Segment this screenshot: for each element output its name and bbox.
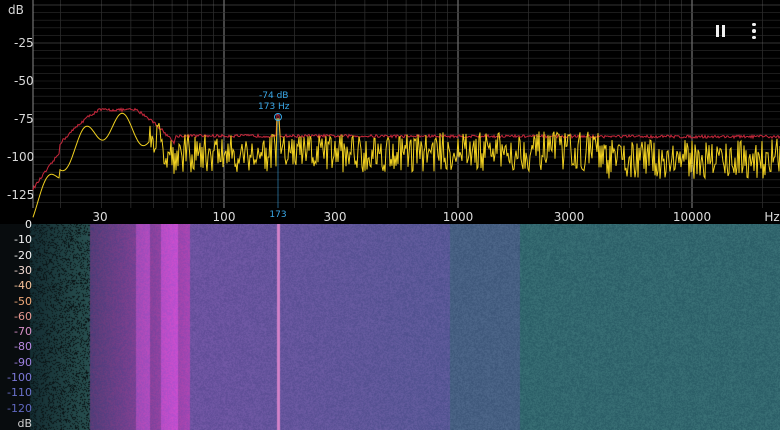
y-tick-label: -125 (7, 188, 35, 202)
x-tick-label: 10000 (672, 210, 712, 224)
y-tick-label: -25 (14, 36, 34, 50)
more-options-button[interactable] (742, 18, 766, 44)
x-tick-label: 30 (92, 210, 108, 224)
live-spectrum-trace (32, 112, 780, 218)
spectrogram-scale-label: -10 (14, 233, 32, 247)
spectrogram-scale-label: -60 (14, 309, 32, 323)
x-tick-label: 300 (323, 210, 347, 224)
peak-tooltip-freq: 173 Hz (258, 102, 290, 112)
spectrogram-scale-label: dB (17, 416, 32, 430)
spectrogram-scale-label: -120 (7, 401, 32, 415)
more-vert-icon (752, 21, 756, 41)
spectrogram-scale-label: -90 (14, 355, 32, 369)
spectrum-plot[interactable] (0, 0, 780, 224)
spectrogram-scale-label: -40 (14, 279, 32, 293)
spectrogram-scale-label: -100 (7, 371, 32, 384)
y-axis-unit: dB (8, 3, 24, 17)
y-tick-label: -100 (7, 150, 35, 164)
peak-tooltip: -74 dB 173 Hz (258, 91, 290, 113)
y-tick-label: -75 (14, 112, 34, 126)
spectrogram-scale-label: -110 (7, 386, 32, 400)
x-tick-label: 100 (212, 210, 236, 224)
spectrum-analyzer-app: dB -25 -50 -75 -100 -125 30 100 300 1000… (0, 0, 780, 430)
x-tick-label: 1000 (442, 210, 474, 224)
spectrogram[interactable] (0, 224, 780, 430)
peak-frequency-marker-label: 173 (269, 210, 287, 220)
spectrogram-scale-label: -30 (14, 263, 32, 277)
spectrogram-scale-label: -70 (14, 325, 32, 339)
spectrogram-scale-label: -50 (14, 294, 32, 308)
y-tick-label: -50 (14, 74, 34, 88)
peak-tooltip-db: -74 dB (259, 91, 289, 101)
pause-button[interactable] (708, 18, 732, 44)
spectrogram-scale-label: -20 (14, 248, 32, 262)
pause-icon (714, 25, 726, 37)
spectrogram-scale-label: -80 (14, 340, 32, 354)
spectrogram-scale-label: 0 (25, 218, 32, 231)
x-axis-unit: Hz (764, 210, 780, 224)
x-tick-label: 3000 (553, 210, 585, 224)
spectrum-grid (32, 0, 780, 208)
